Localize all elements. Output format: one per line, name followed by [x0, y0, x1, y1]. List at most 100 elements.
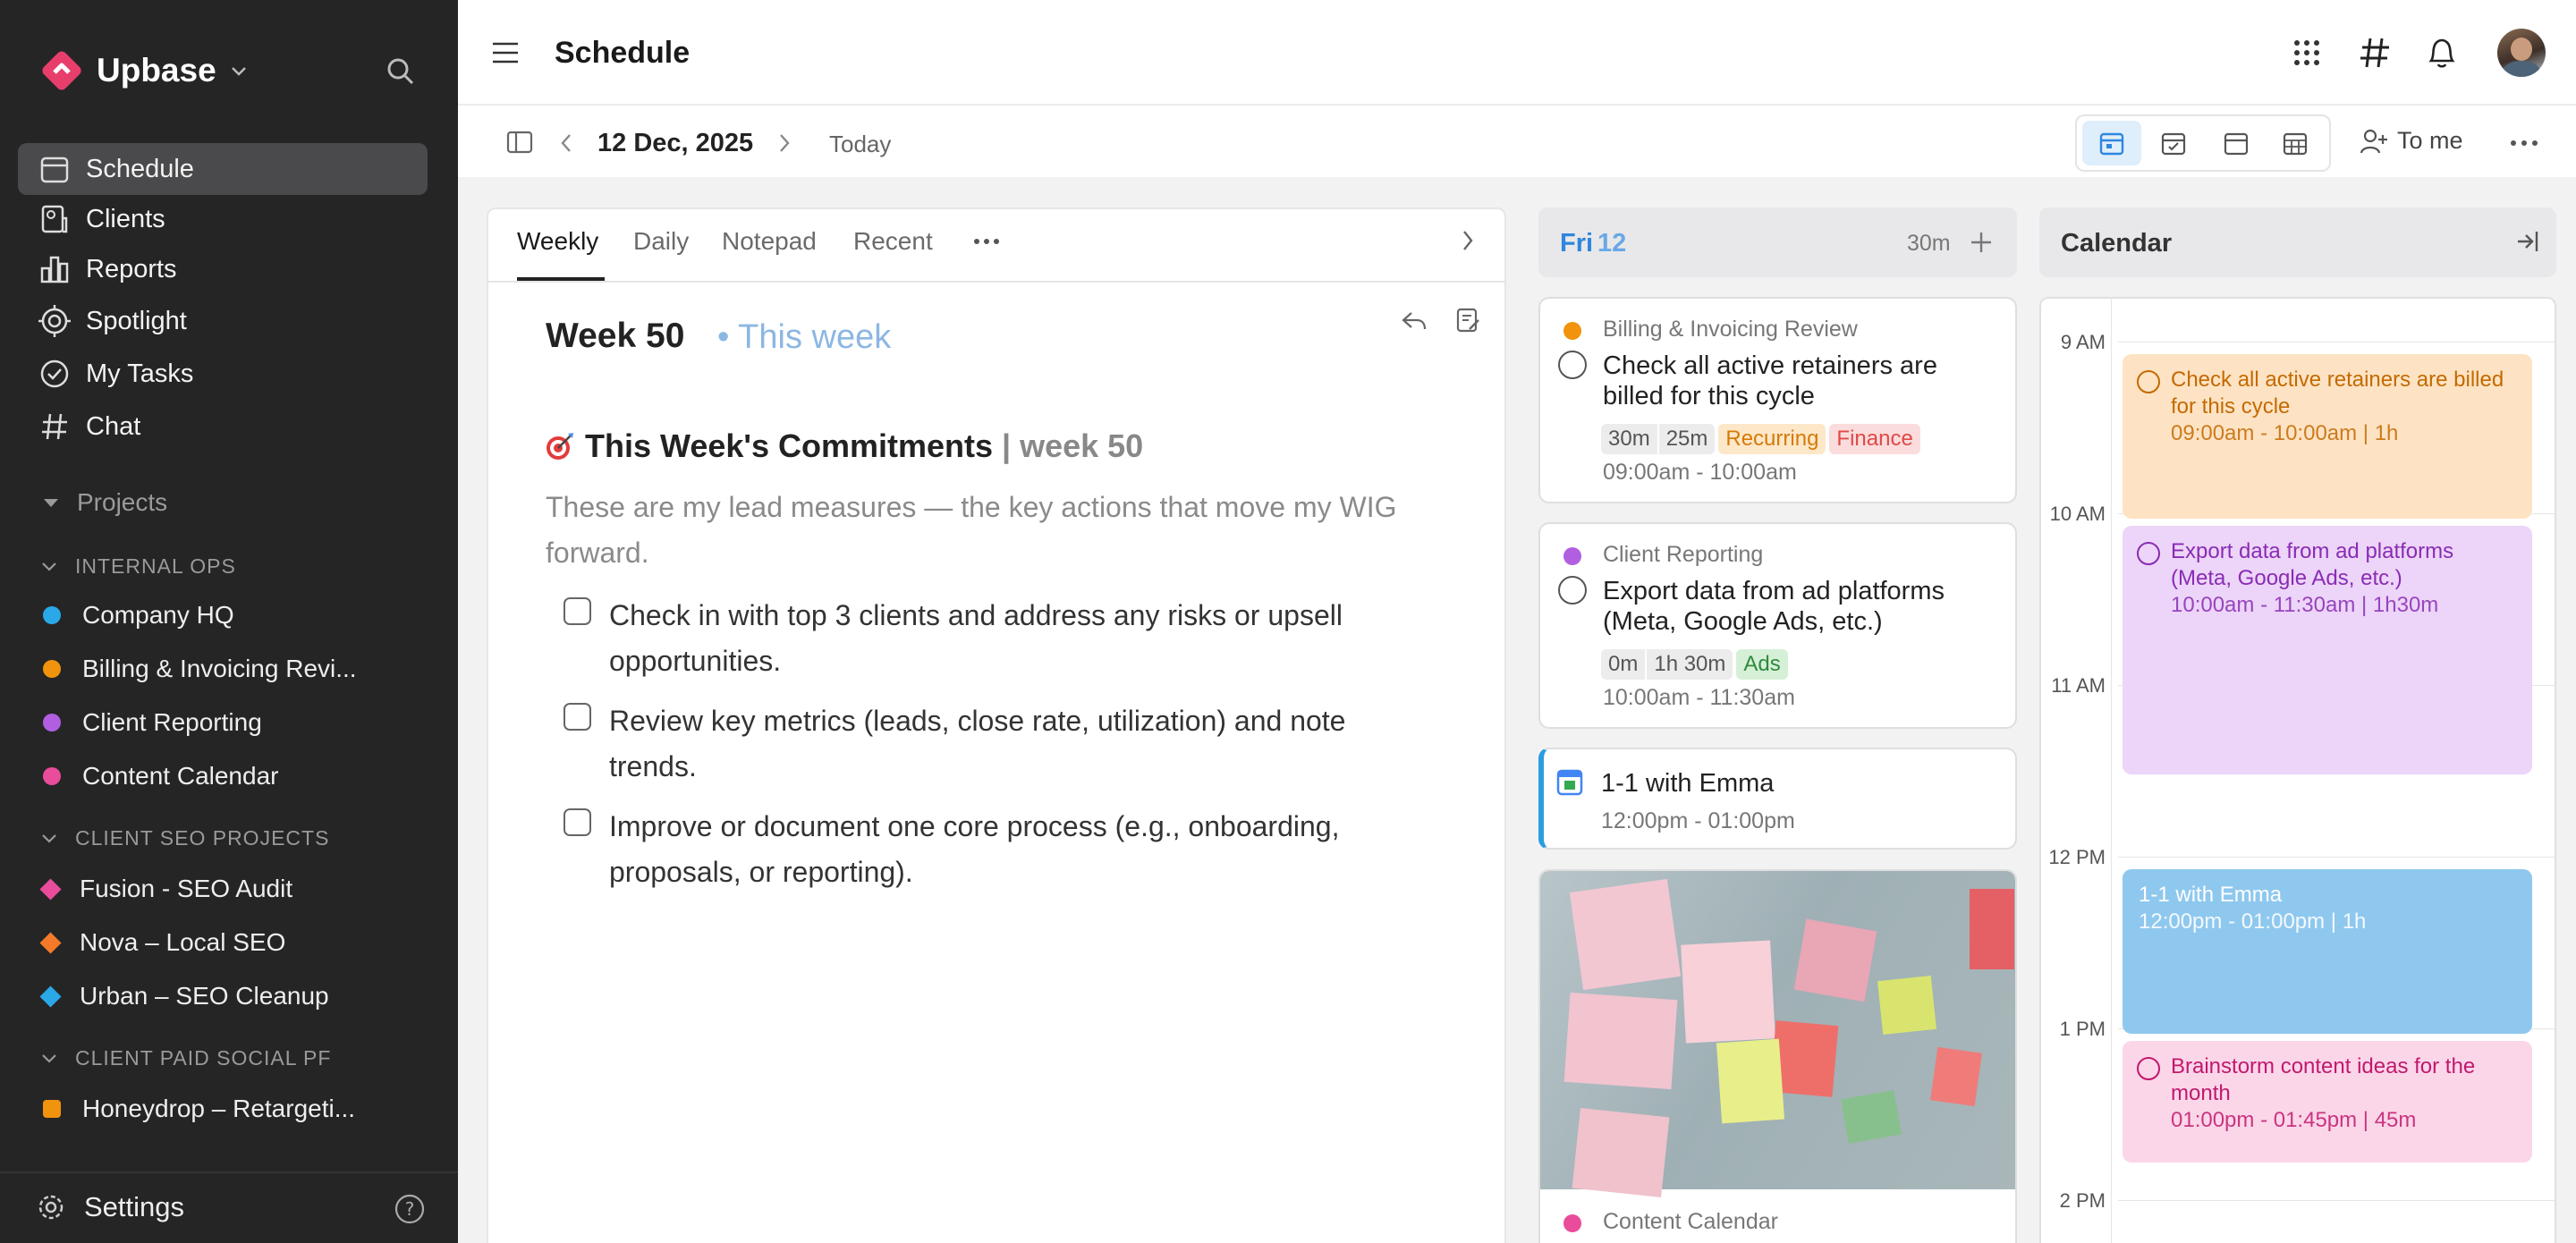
- event-checkbox[interactable]: [2137, 370, 2160, 393]
- sidebar-toggle-icon[interactable]: [506, 131, 533, 154]
- tag-finance: Finance: [1829, 424, 1920, 454]
- task-card[interactable]: Billing & Invoicing Review Check all act…: [1538, 297, 2017, 503]
- project-urban-seo-cleanup[interactable]: Urban – SEO Cleanup: [39, 982, 329, 1010]
- add-icon[interactable]: [1970, 231, 1993, 254]
- commitment-text: Improve or document one core process (e.…: [609, 810, 1340, 888]
- checkbox[interactable]: [564, 703, 591, 731]
- project-fusion-seo-audit[interactable]: Fusion - SEO Audit: [39, 875, 293, 903]
- tab-daily[interactable]: Daily: [633, 227, 689, 256]
- commitments-description: These are my lead measures — the key act…: [546, 491, 1397, 569]
- bell-icon[interactable]: [2426, 36, 2458, 70]
- today-button[interactable]: Today: [829, 131, 891, 158]
- sidebar-item-chat[interactable]: Chat: [18, 401, 428, 452]
- projects-section-header[interactable]: Projects: [41, 488, 167, 517]
- group-label: CLIENT PAID SOCIAL PF: [75, 1046, 332, 1070]
- commitment-text: Check in with top 3 clients and address …: [609, 599, 1343, 677]
- sidebar-item-label: Reports: [86, 254, 177, 283]
- calendar-event[interactable]: Export data from ad platforms (Meta, Goo…: [2123, 526, 2532, 774]
- calendar-check-icon[interactable]: [2161, 131, 2186, 156]
- assignee-label: To me: [2397, 127, 2463, 154]
- sidebar-item-clients[interactable]: Clients: [18, 193, 428, 245]
- project-nova-local-seo[interactable]: Nova – Local SEO: [39, 928, 285, 957]
- task-card[interactable]: Client Reporting Export data from ad pla…: [1538, 522, 2017, 729]
- event-time: 01:00pm - 01:45pm | 45m: [2171, 1108, 2417, 1132]
- sidebar-item-spotlight[interactable]: Spotlight: [18, 295, 428, 347]
- more-icon[interactable]: [2510, 140, 2538, 147]
- project-billing-invoicing[interactable]: Billing & Invoicing Revi...: [43, 655, 357, 683]
- calendar-month-icon[interactable]: [2283, 131, 2308, 156]
- project-color-dot: [1563, 322, 1581, 340]
- project-label: Honeydrop – Retargeti...: [82, 1095, 356, 1122]
- project-color-diamond: [39, 931, 62, 954]
- sidebar: Upbase Schedule Clients Reports Spotligh…: [0, 0, 458, 1243]
- tab-recent[interactable]: Recent: [853, 227, 933, 256]
- note-edit-icon[interactable]: [1456, 308, 1481, 334]
- reply-icon[interactable]: [1401, 309, 1428, 333]
- calendar-icon[interactable]: [2224, 131, 2249, 156]
- view-schedule-button[interactable]: [2082, 121, 2141, 165]
- tab-weekly[interactable]: Weekly: [517, 227, 598, 256]
- task-title: Export data from ad platforms (Meta, Goo…: [1603, 577, 1945, 636]
- sidebar-item-reports[interactable]: Reports: [18, 243, 428, 295]
- chevron-right-icon[interactable]: [1460, 229, 1476, 252]
- sidebar-item-label: Clients: [86, 204, 165, 233]
- group-header-internal-ops[interactable]: INTERNAL OPS: [39, 554, 236, 579]
- meeting-time: 12:00pm - 01:00pm: [1601, 808, 1795, 833]
- settings-button[interactable]: Settings: [36, 1191, 184, 1223]
- project-color-diamond: [39, 877, 62, 901]
- more-tabs-icon[interactable]: [973, 238, 1000, 245]
- heading-suffix: | week 50: [993, 427, 1144, 464]
- hour-label: 1 PM: [2059, 1018, 2106, 1040]
- commitment-item: Check in with top 3 clients and address …: [564, 593, 1404, 684]
- project-color-diamond: [39, 985, 62, 1008]
- calendar-event[interactable]: Check all active retainers are billed fo…: [2123, 354, 2532, 519]
- task-meta: 0m 1h 30m Ads: [1601, 649, 1792, 680]
- sidebar-item-schedule[interactable]: Schedule: [18, 143, 428, 195]
- calendar-event[interactable]: Brainstorm content ideas for the month 0…: [2123, 1041, 2532, 1163]
- project-honeydrop-retargeting[interactable]: Honeydrop – Retargeti...: [43, 1095, 355, 1123]
- avatar[interactable]: [2497, 29, 2546, 77]
- task-checkbox[interactable]: [1558, 576, 1587, 605]
- checkbox[interactable]: [564, 597, 591, 625]
- task-time: 10:00am - 11:30am: [1603, 685, 1795, 710]
- search-icon[interactable]: [385, 55, 417, 88]
- collapse-panel-icon[interactable]: [2515, 229, 2540, 254]
- project-label: Company HQ: [82, 601, 234, 629]
- group-header-client-seo[interactable]: CLIENT SEO PROJECTS: [39, 826, 329, 850]
- hour-label: 12 PM: [2048, 846, 2106, 868]
- sidebar-item-my-tasks[interactable]: My Tasks: [18, 348, 428, 400]
- project-color-square: [43, 1100, 61, 1118]
- task-card-with-cover[interactable]: Content Calendar: [1538, 869, 2017, 1243]
- project-label: Client Reporting: [82, 708, 262, 736]
- task-checkbox[interactable]: [1558, 351, 1587, 379]
- project-content-calendar[interactable]: Content Calendar: [43, 762, 278, 791]
- menu-icon[interactable]: [490, 39, 521, 66]
- active-tab-indicator: [517, 277, 605, 281]
- calendar-day-icon: [2099, 132, 2124, 156]
- commitment-item: Improve or document one core process (e.…: [564, 804, 1404, 895]
- project-client-reporting[interactable]: Client Reporting: [43, 708, 262, 737]
- chevron-down-icon: [42, 1053, 56, 1063]
- group-header-client-paid-social[interactable]: CLIENT PAID SOCIAL PF: [39, 1046, 331, 1070]
- apps-grid-icon[interactable]: [2292, 38, 2322, 68]
- project-label: Fusion - SEO Audit: [80, 875, 293, 902]
- event-checkbox[interactable]: [2137, 542, 2160, 565]
- assignee-filter[interactable]: To me: [2360, 127, 2463, 155]
- checkbox[interactable]: [564, 808, 591, 836]
- workspace-switcher[interactable]: Upbase: [39, 48, 249, 93]
- event-checkbox[interactable]: [2137, 1057, 2160, 1080]
- sticky-note: [1572, 1108, 1670, 1197]
- sidebar-item-label: My Tasks: [86, 359, 194, 388]
- tab-notepad[interactable]: Notepad: [722, 227, 817, 256]
- help-icon[interactable]: ?: [394, 1193, 426, 1225]
- chevron-left-icon[interactable]: [558, 132, 574, 154]
- chevron-right-icon[interactable]: [776, 132, 792, 154]
- hour-label: 10 AM: [2049, 503, 2106, 525]
- sticky-note: [1970, 889, 2014, 969]
- calendar-event[interactable]: 1-1 with Emma 12:00pm - 01:00pm | 1h: [2123, 869, 2532, 1034]
- meeting-card[interactable]: 1-1 with Emma 12:00pm - 01:00pm: [1538, 748, 2017, 850]
- hash-icon[interactable]: [2358, 36, 2392, 70]
- current-date[interactable]: 12 Dec, 2025: [597, 129, 753, 158]
- project-company-hq[interactable]: Company HQ: [43, 601, 234, 630]
- view-switcher: [2075, 114, 2331, 172]
